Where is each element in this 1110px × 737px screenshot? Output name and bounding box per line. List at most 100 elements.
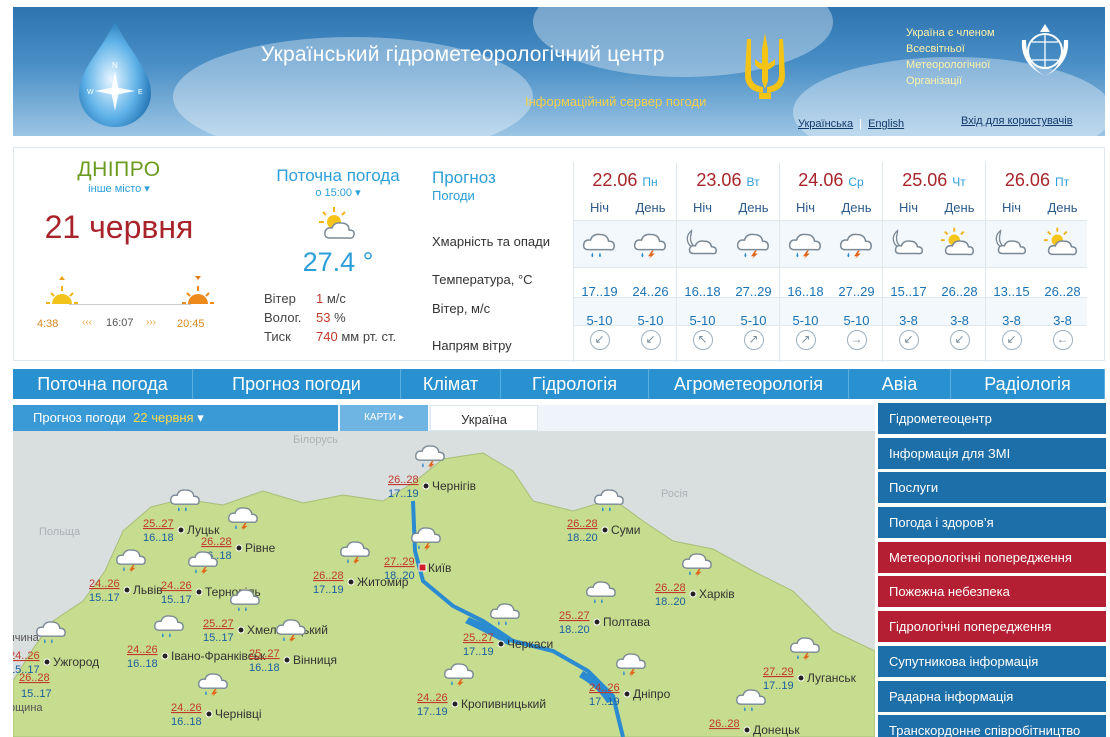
nav-item-7[interactable]: Радіологія — [951, 369, 1105, 399]
cloud-rain-icon — [582, 233, 615, 258]
side-menu-item[interactable]: Погода і здоров’я — [878, 507, 1106, 539]
forecast-day-3: 24.06 Ср Ніч 16..18 5-10 ↗ День 27..29 5-10 → — [779, 162, 881, 362]
partial-temp-high: 26..28 — [19, 672, 50, 684]
nav-item-6[interactable]: Авіа — [849, 369, 951, 399]
map-city-name: Донецьк — [753, 723, 800, 737]
forecast-icon-cell — [786, 226, 837, 266]
forecast-date: 23.06 Вт — [696, 170, 760, 190]
nav-item-3[interactable]: Клімат — [401, 369, 501, 399]
pressure-value: 740 — [316, 329, 338, 344]
forecast-row-divider — [573, 220, 1087, 221]
country-label-belarus: Білорусь — [293, 434, 338, 446]
user-login-link[interactable]: Вхід для користувачів — [961, 115, 1073, 127]
map-city-temp-high: 25..27 — [249, 648, 280, 660]
country-label-russia: Росія — [661, 488, 688, 500]
city-marker — [161, 652, 169, 660]
map-city-name: Вінниця — [293, 653, 337, 667]
side-menu-item[interactable]: Супутникова інформація — [878, 645, 1106, 677]
wind-direction-icon: ↗ — [743, 330, 764, 350]
map-city-temp-low: 18..20 — [559, 624, 590, 636]
sunrise-time: 4:38 — [37, 318, 59, 330]
side-menu-item[interactable]: Гідрометеоцентр — [878, 403, 1106, 434]
forecast-weekday: Пт — [1054, 175, 1070, 189]
city-marker — [797, 674, 805, 682]
nav-item-4[interactable]: Гідрологія — [501, 369, 649, 399]
map-city-name: Кропивницький — [461, 697, 546, 711]
nav-item-2[interactable]: Прогноз погоди — [193, 369, 401, 399]
city-block: ДНІПРО інше місто ▾ 21 червня — [14, 158, 224, 246]
map-city-temp-low: 16..18 — [249, 662, 280, 674]
side-menu-item[interactable]: Метеорологічні попередження — [878, 541, 1106, 573]
map-city-name: Харків — [699, 587, 735, 601]
map-city-temp-high: 24..26 — [89, 578, 120, 590]
forecast-date: 26.06 Пт — [1004, 170, 1070, 190]
forecast-icon-cell — [889, 226, 940, 266]
map-city-temp-high: 27..29 — [384, 556, 415, 568]
nav-item-1[interactable]: Поточна погода — [13, 369, 193, 399]
wind-direction-icon: → — [846, 330, 867, 350]
map-city-temp-high: 24..26 — [13, 650, 40, 662]
wind-direction-cell: ↙ — [986, 330, 1037, 350]
time-of-day-label: Ніч — [795, 200, 816, 215]
city-marker — [347, 578, 355, 586]
wind-direction-icon: ↖ — [692, 330, 713, 350]
forecast-weekday: Ср — [848, 175, 864, 189]
lang-english-link[interactable]: English — [868, 118, 904, 130]
forecast-icon-cell — [992, 226, 1043, 266]
map-city-temp-high: 25..27 — [143, 518, 174, 530]
map-city-name: Дніпро — [633, 687, 671, 701]
city-marker — [601, 526, 609, 534]
sun-cloud-icon — [940, 227, 975, 256]
change-city-link[interactable]: інше місто ▾ — [14, 182, 224, 195]
map-city-temp-high: 24..26 — [127, 644, 158, 656]
wind-direction-cell: ↙ — [883, 330, 934, 350]
city-marker — [497, 640, 505, 648]
forecast-icon-cell — [631, 226, 682, 266]
side-menu-item[interactable]: Радарна інформація — [878, 680, 1106, 712]
side-menu-item[interactable]: Послуги — [878, 472, 1106, 504]
time-of-day-label: Ніч — [898, 200, 919, 215]
map-city-temp-high: 24..26 — [589, 682, 620, 694]
lang-ukrainian-link[interactable]: Українська — [798, 118, 853, 130]
map-city-temp-low: 18..20 — [567, 532, 598, 544]
map-city-name: Чернігів — [432, 479, 476, 493]
forecast-grid: 22.06 Пн Ніч 17..19 5-10 ↙ День 24..26 5-10 ↙ 23.… — [573, 162, 1087, 362]
weather-map: Білорусь Польща Росія 26..28 17..19 Черніг… — [13, 431, 875, 737]
wind-direction-cell: ↙ — [934, 330, 985, 350]
site-title: Український гідрометеорологічний центр — [261, 43, 665, 66]
sun-times: 4:38 ‹‹‹ 16:07 ››› 20:45 — [34, 276, 214, 336]
map-city-name: Луганськ — [807, 671, 857, 685]
tab-forecast[interactable]: Прогноз погоди 22 червня ▾ — [13, 405, 338, 431]
forecast-date: 24.06 Ср — [798, 170, 864, 190]
wind-direction-icon: ↙ — [949, 330, 970, 350]
chevron-down-icon: ▾ — [144, 183, 150, 195]
wind-direction-cell: ↗ — [728, 330, 779, 350]
sunset-icon — [182, 276, 214, 304]
side-menu-item[interactable]: Транскордонне співробітництво — [878, 715, 1106, 737]
forecast-title: Прогноз Погоди — [432, 168, 496, 203]
map-city-temp-high: 27..29 — [763, 666, 794, 678]
forecast-date: 25.06 Чт — [902, 170, 966, 190]
logo-drop-icon[interactable]: N W E — [73, 19, 157, 129]
map-city-name: Київ — [428, 561, 451, 575]
city-marker — [623, 690, 631, 698]
map-city-temp-low: 15..17 — [89, 592, 120, 604]
wind-direction-cell: → — [831, 330, 882, 350]
map-city-temp-high: 26..28 — [388, 474, 419, 486]
wind-direction-icon: ↙ — [589, 330, 610, 350]
side-menu-item[interactable]: Інформація для ЗМІ — [878, 437, 1106, 469]
side-menu-item[interactable]: Пожежна небезпека — [878, 576, 1106, 608]
map-city-temp-low: 17..19 — [589, 696, 620, 708]
nav-item-5[interactable]: Агрометеорологія — [649, 369, 849, 399]
tab-region-ukraine[interactable]: Україна — [430, 405, 538, 431]
tab-maps[interactable]: КАРТИ ▸ — [340, 405, 428, 431]
map-city-name: Ужгород — [53, 655, 99, 669]
time-of-day-label: Ніч — [692, 200, 713, 215]
map-city-name: Полтава — [603, 615, 650, 629]
current-time-selector[interactable]: о 15:00 ▾ — [258, 186, 418, 199]
side-menu-item[interactable]: Гідрологічні попередження — [878, 611, 1106, 643]
map-tabbar: Прогноз погоди 22 червня ▾ КАРТИ ▸ Украї… — [13, 405, 875, 431]
city-marker — [743, 726, 751, 734]
map-city-temp-high: 25..27 — [559, 610, 590, 622]
forecast-weekday: Чт — [952, 175, 966, 189]
